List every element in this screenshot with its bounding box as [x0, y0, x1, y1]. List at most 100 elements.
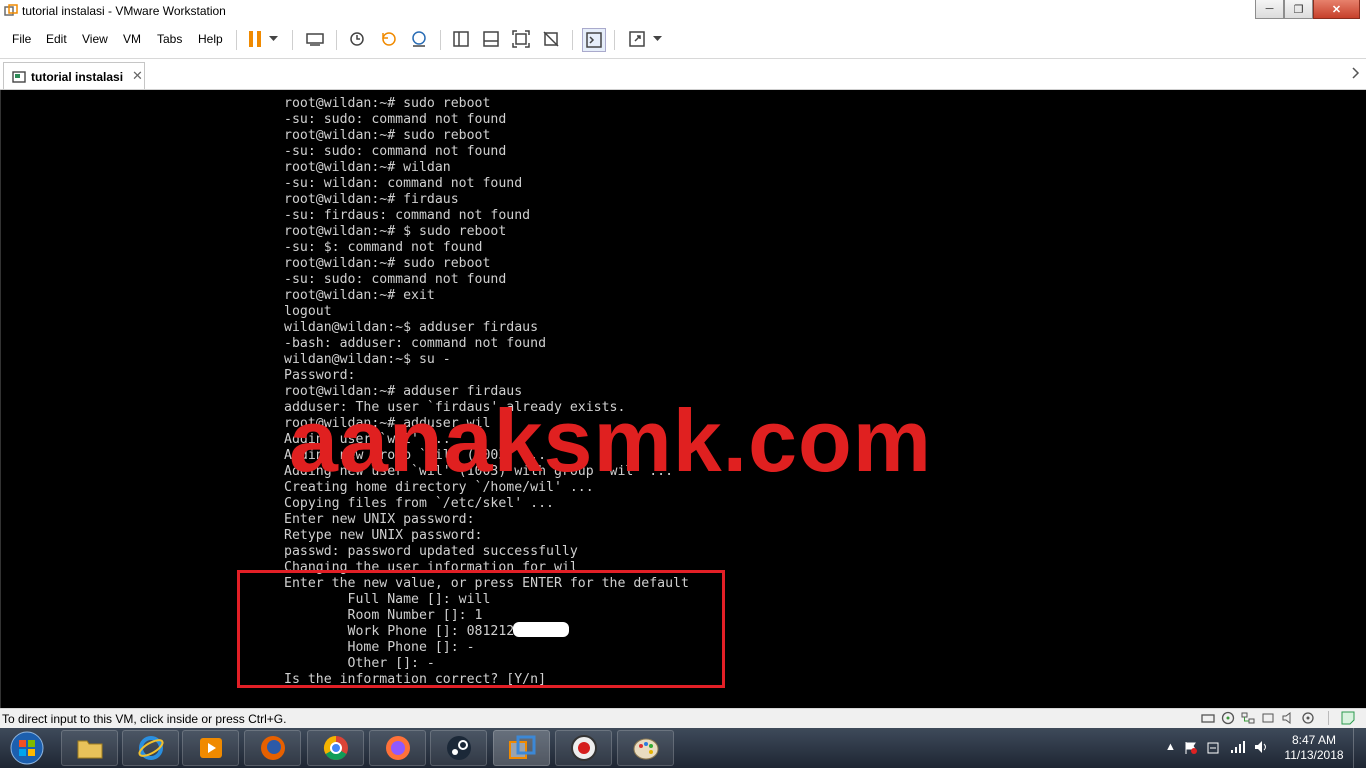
network-adapter-icon[interactable] [1240, 711, 1256, 725]
taskbar-vmware[interactable] [493, 730, 550, 766]
taskbar-chrome[interactable] [307, 730, 364, 766]
terminal-line: root@wildan:~# firdaus [284, 192, 459, 207]
taskbar-firefox[interactable] [244, 730, 301, 766]
terminal-line: Enter new UNIX password: [284, 512, 475, 527]
security-icon[interactable] [1206, 741, 1220, 755]
power-dropdown[interactable] [266, 28, 280, 50]
tab-list-chevron-icon[interactable] [1352, 67, 1360, 79]
windows-logo-icon [10, 731, 44, 765]
terminal-line: root@wildan:~# exit [284, 288, 435, 303]
menu-vm[interactable]: VM [123, 32, 141, 46]
record-icon [570, 735, 597, 761]
vm-tab-bar: tutorial instalasi ✕ [0, 59, 1366, 90]
menu-toolbar: File Edit View VM Tabs Help [0, 22, 1366, 59]
unity-icon [543, 31, 559, 47]
menu-file[interactable]: File [12, 32, 31, 46]
display-icon[interactable] [1300, 711, 1316, 725]
media-player-icon [199, 738, 222, 758]
snapshot-button[interactable] [346, 28, 368, 50]
toolbar-separator [292, 30, 293, 50]
show-library-button[interactable] [450, 28, 472, 50]
window-title: tutorial instalasi - VMware Workstation [22, 4, 226, 18]
minimize-button[interactable]: ─ [1255, 0, 1284, 19]
maximize-button[interactable]: ❐ [1284, 0, 1313, 19]
thumbnail-bar-icon [483, 31, 499, 47]
usb-controller-icon[interactable] [1260, 711, 1276, 725]
minimize-icon: ─ [1265, 3, 1274, 15]
vm-icon [12, 71, 26, 83]
show-desktop-button[interactable] [1353, 728, 1366, 768]
terminal-line: -bash: adduser: command not found [284, 336, 547, 351]
terminal-line: Copying files from `/etc/skel' ... [284, 496, 554, 511]
terminal-line: wildan@wildan:~$ su - [284, 352, 451, 367]
menu-edit[interactable]: Edit [46, 32, 67, 46]
keyboard-icon [306, 33, 324, 46]
tab-tutorial-instalasi[interactable]: tutorial instalasi ✕ [3, 62, 145, 89]
revert-snapshot-button[interactable] [378, 28, 400, 50]
menu-view[interactable]: View [82, 32, 108, 46]
terminal-line: Password: [284, 368, 356, 383]
start-button[interactable] [4, 730, 50, 766]
vmware-app-icon [4, 4, 18, 16]
unity-button[interactable] [540, 28, 562, 50]
console-view-button[interactable] [582, 28, 606, 52]
show-hidden-icons-icon[interactable]: ▲ [1165, 741, 1176, 753]
window-titlebar: tutorial instalasi - VMware Workstation … [0, 0, 1366, 23]
chevron-down-icon [652, 36, 662, 41]
taskbar-firefox-developer[interactable] [369, 730, 426, 766]
full-screen-button[interactable] [510, 28, 532, 50]
snapshot-manager-button[interactable] [408, 28, 430, 50]
separator [1320, 711, 1336, 725]
message-log-icon[interactable] [1340, 711, 1356, 725]
cd-dvd-icon[interactable] [1220, 711, 1236, 725]
pause-icon [249, 31, 261, 47]
terminal-line: -su: sudo: command not found [284, 144, 507, 159]
suspend-button[interactable] [244, 28, 266, 50]
taskbar-internet-explorer[interactable] [122, 730, 179, 766]
close-button[interactable]: ✕ [1313, 0, 1360, 19]
taskbar-obs[interactable] [555, 730, 612, 766]
toolbar-separator [440, 30, 441, 50]
chevron-down-icon [268, 36, 278, 41]
firefox-icon [260, 736, 285, 760]
toolbar-separator [236, 30, 237, 50]
stretch-dropdown[interactable] [650, 28, 664, 50]
hard-disk-icon[interactable] [1200, 711, 1216, 725]
network-signal-icon[interactable] [1230, 740, 1246, 754]
window-controls: ─ ❐ ✕ [1255, 0, 1360, 20]
taskbar-clock[interactable]: 8:47 AM 11/13/2018 [1284, 733, 1344, 763]
fullscreen-icon [512, 30, 530, 48]
terminal-line: passwd: password updated successfully [284, 544, 578, 559]
volume-icon[interactable] [1254, 740, 1270, 754]
send-ctrl-alt-del-button[interactable] [304, 28, 326, 50]
snapshot-manager-icon [412, 31, 426, 47]
taskbar-paint[interactable] [617, 730, 674, 766]
device-icons [1200, 711, 1356, 725]
vmware-icon [508, 735, 535, 759]
highlight-box [237, 570, 725, 688]
console-icon [586, 32, 602, 48]
taskbar-file-explorer[interactable] [61, 730, 118, 766]
status-hint: To direct input to this VM, click inside… [2, 712, 287, 726]
terminal-line: -su: $: command not found [284, 240, 483, 255]
terminal-line: -su: sudo: command not found [284, 112, 507, 127]
stretch-guest-button[interactable] [626, 28, 648, 50]
taskbar-steam[interactable] [430, 730, 487, 766]
terminal-line: wildan@wildan:~$ adduser firdaus [284, 320, 539, 335]
system-tray: ▲ 8:47 AM 11/13/2018 [1160, 728, 1366, 768]
sound-card-icon[interactable] [1280, 711, 1296, 725]
snapshot-icon [350, 32, 364, 46]
menu-tabs[interactable]: Tabs [157, 32, 182, 46]
menu-help[interactable]: Help [198, 32, 223, 46]
clock-date: 11/13/2018 [1284, 748, 1344, 762]
terminal-line: root@wildan:~# sudo reboot [284, 96, 491, 111]
action-center-flag-icon[interactable] [1184, 741, 1198, 755]
taskbar-media-player[interactable] [182, 730, 239, 766]
windows-taskbar: ▲ 8:47 AM 11/13/2018 [0, 728, 1366, 768]
terminal-line: root@wildan:~# sudo reboot [284, 128, 491, 143]
show-thumbnail-bar-button[interactable] [480, 28, 502, 50]
close-tab-icon[interactable]: ✕ [132, 68, 143, 84]
vm-console[interactable]: root@wildan:~# sudo reboot -su: sudo: com… [0, 90, 1366, 708]
tab-label: tutorial instalasi [31, 70, 124, 84]
steam-icon [446, 736, 471, 760]
